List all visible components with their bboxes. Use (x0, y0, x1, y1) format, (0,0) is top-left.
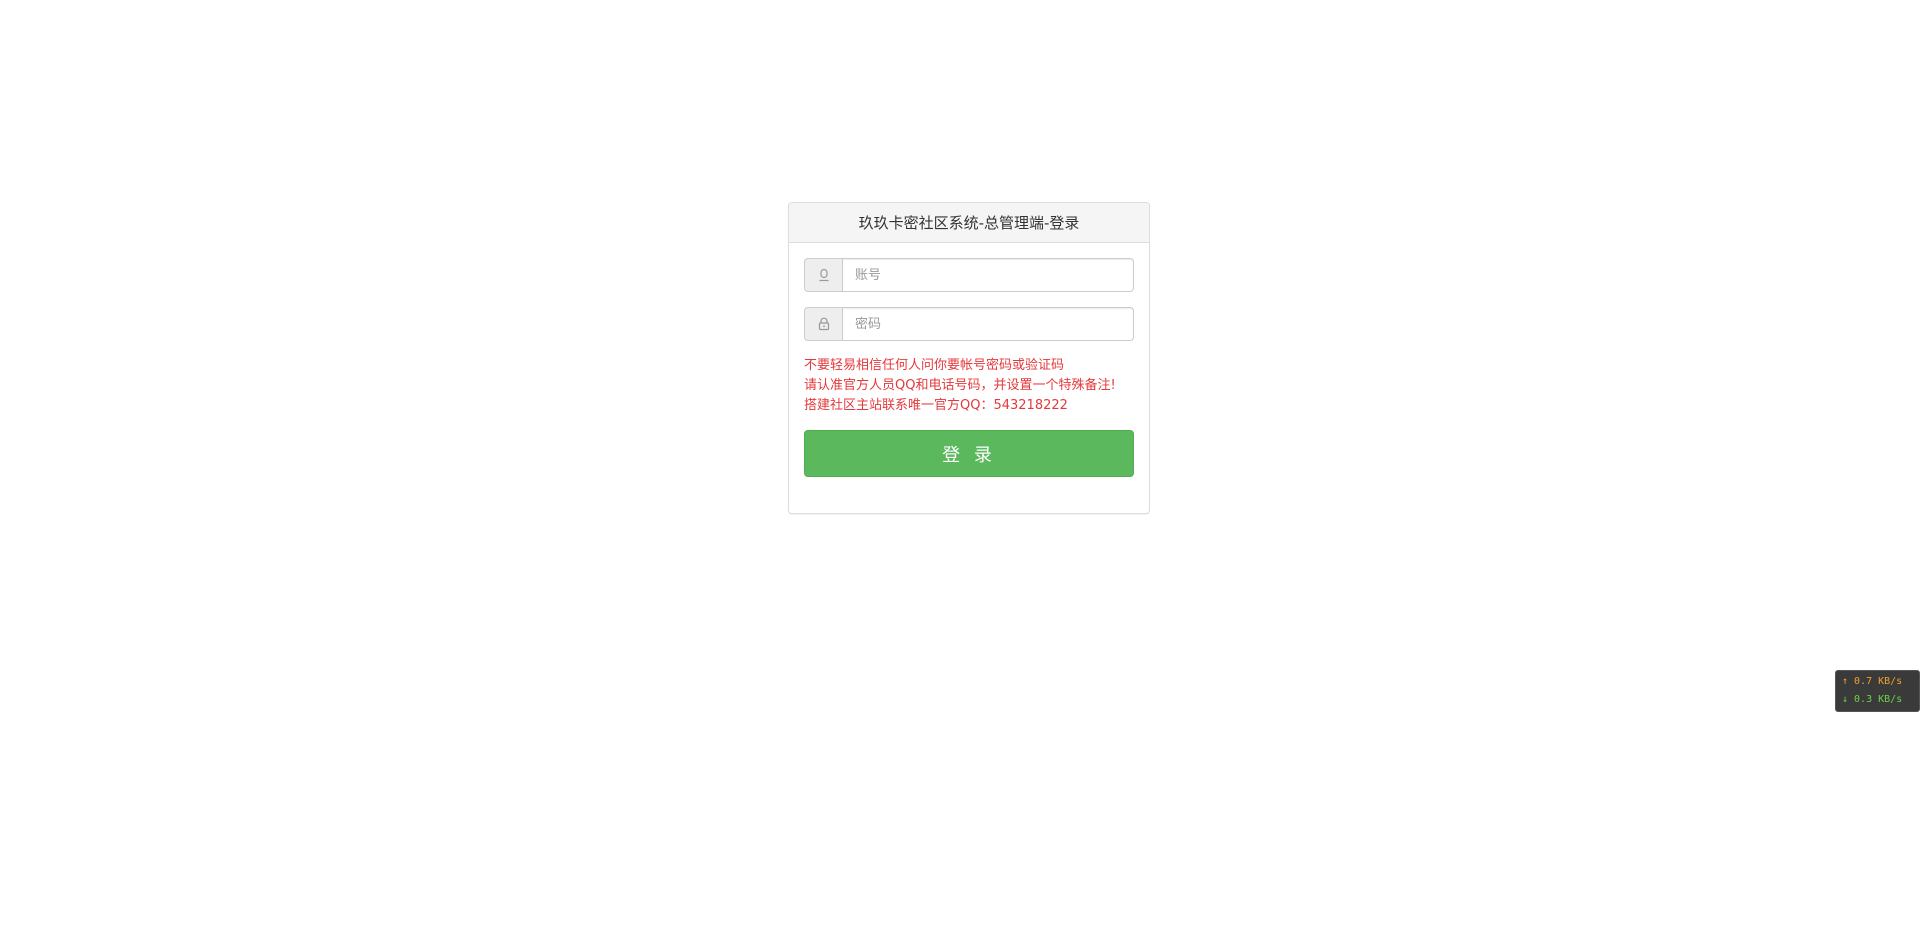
login-form: 不要轻易相信任何人问你要帐号密码或验证码 请认准官方人员QQ和电话号码，并设置一… (789, 243, 1149, 492)
network-speed-widget[interactable]: ↑ 0.7 KB/s ↓ 0.3 KB/s (1835, 670, 1920, 712)
download-speed: ↓ 0.3 KB/s (1842, 694, 1903, 705)
upload-speed: ↑ 0.7 KB/s (1842, 676, 1903, 687)
page-title: 玖玖卡密社区系统-总管理端-登录 (789, 203, 1149, 243)
login-button[interactable]: 登 录 (804, 430, 1134, 477)
account-input[interactable] (842, 258, 1134, 292)
notice-line: 请认准官方人员QQ和电话号码，并设置一个特殊备注! (804, 378, 1116, 393)
security-notice: 不要轻易相信任何人问你要帐号密码或验证码 请认准官方人员QQ和电话号码，并设置一… (804, 356, 1134, 416)
password-input-group (804, 307, 1134, 341)
account-input-group (804, 258, 1134, 292)
lock-icon (804, 307, 842, 341)
notice-line: 搭建社区主站联系唯一官方QQ：543218222 (804, 398, 1068, 413)
login-panel: 玖玖卡密社区系统-总管理端-登录 不要轻易相信任何人问你要帐 (788, 202, 1150, 514)
notice-line: 不要轻易相信任何人问你要帐号密码或验证码 (804, 358, 1065, 373)
password-input[interactable] (842, 307, 1134, 341)
user-icon (804, 258, 842, 292)
